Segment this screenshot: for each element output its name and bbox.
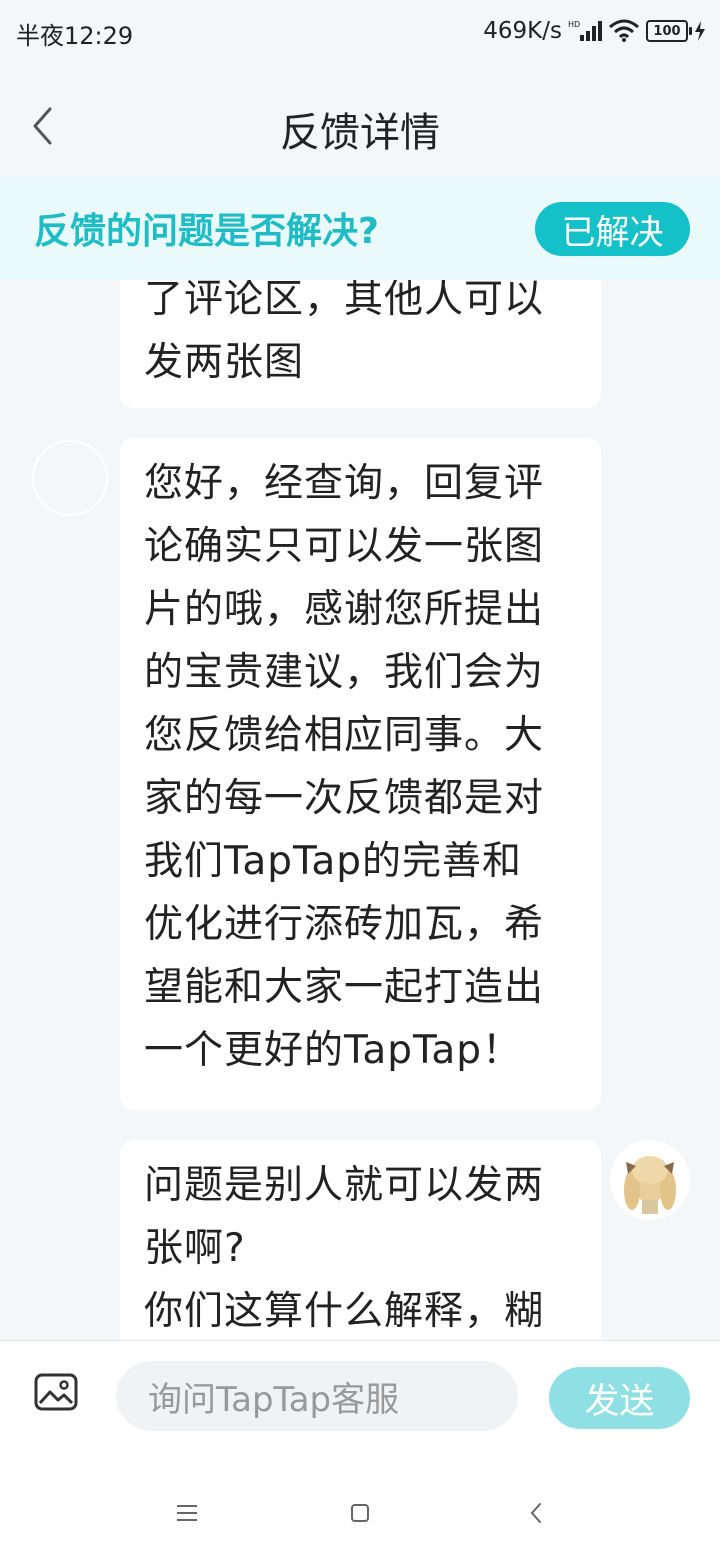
menu-icon[interactable] xyxy=(176,1503,198,1523)
support-avatar[interactable] xyxy=(32,440,108,516)
message-line: 我们TapTap的完善和 xyxy=(144,839,523,884)
message-line: 一个更好的TapTap！ xyxy=(144,1028,523,1073)
message-line: 家的每一次反馈都是对 xyxy=(144,776,545,821)
message-line: 片的哦，感谢您所提出 xyxy=(144,587,545,632)
message-line: 优化进行添砖加瓦，希 xyxy=(144,902,545,947)
image-button[interactable] xyxy=(34,1373,82,1415)
svg-text:HD: HD xyxy=(568,20,580,29)
message-bubble-user: 问题是别人就可以发两 张啊? 你们这算什么解释，糊 xyxy=(120,1140,601,1340)
message-bubble-user: 了评论区，其他人可以 发两张图 xyxy=(120,280,601,408)
send-button[interactable]: 发送 xyxy=(549,1367,690,1429)
system-nav-bar xyxy=(0,1491,720,1541)
anime-character-avatar-icon xyxy=(610,1140,690,1220)
wifi-icon xyxy=(609,19,639,42)
message-line: 您反馈给相应同事。大 xyxy=(144,713,545,758)
resolve-prompt-bar: 反馈的问题是否解决? 已解决 xyxy=(0,176,720,280)
message-line: 论确实只可以发一张图 xyxy=(144,524,545,569)
message-line: 问题是别人就可以发两 xyxy=(144,1163,545,1208)
net-speed: 469K/s xyxy=(483,18,562,44)
back-nav-icon[interactable] xyxy=(528,1501,544,1525)
message-line: 了评论区，其他人可以 xyxy=(144,280,545,322)
message-line: 发两张图 xyxy=(144,340,305,385)
message-bubble-support: 您好，经查询，回复评 论确实只可以发一张图 片的哦，感谢您所提出 的宝贵建议，我… xyxy=(120,438,601,1110)
message-line: 你们这算什么解释，糊 xyxy=(144,1289,545,1334)
status-bar: 半夜12:29 469K/s HD 100 xyxy=(0,0,720,64)
user-avatar[interactable] xyxy=(610,1140,690,1220)
page-title: 反馈详情 xyxy=(280,110,440,156)
message-line: 您好，经查询，回复评 xyxy=(144,461,545,506)
status-right: 469K/s HD 100 xyxy=(483,14,706,48)
message-line: 望能和大家一起打造出 xyxy=(144,965,545,1010)
home-icon[interactable] xyxy=(350,1503,370,1523)
app-header: 反馈详情 xyxy=(0,64,720,176)
composer-bar: 询问TapTap客服 发送 xyxy=(0,1340,720,1561)
charging-icon xyxy=(695,21,705,41)
resolve-question: 反馈的问题是否解决? xyxy=(34,211,379,252)
signal-icon: HD xyxy=(568,20,602,41)
message-line: 张啊? xyxy=(144,1226,246,1271)
battery-icon: 100 xyxy=(646,20,692,42)
message-line: 的宝贵建议，我们会为 xyxy=(144,650,545,695)
chat-thread[interactable]: 了评论区，其他人可以 发两张图 您好，经查询，回复评 论确实只可以发一张图 片的… xyxy=(0,280,720,1340)
image-icon xyxy=(34,1373,78,1411)
message-input[interactable]: 询问TapTap客服 xyxy=(116,1361,518,1431)
battery-level: 100 xyxy=(653,23,681,39)
resolved-button[interactable]: 已解决 xyxy=(535,202,690,256)
status-time: 半夜12:29 xyxy=(16,22,134,50)
